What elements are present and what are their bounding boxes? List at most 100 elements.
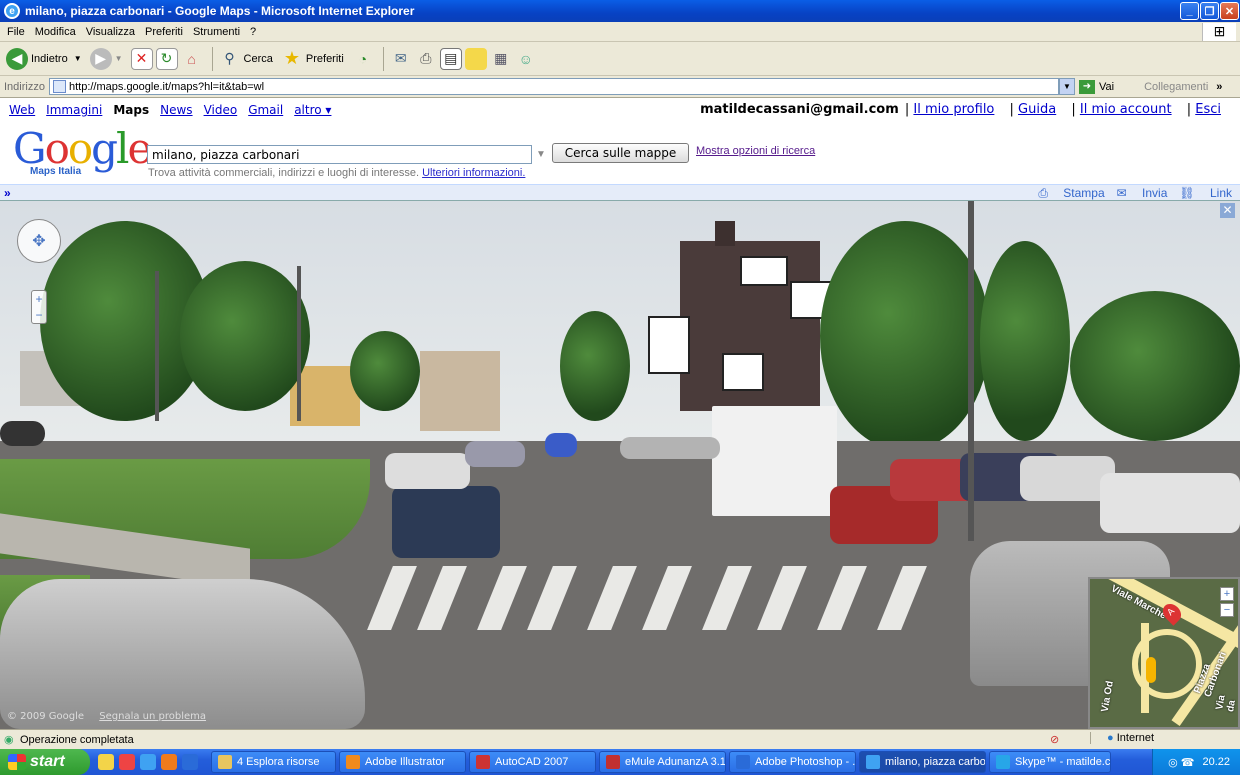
gbar-news[interactable]: News bbox=[160, 103, 192, 117]
more-info-link[interactable]: Ulteriori informazioni. bbox=[422, 167, 525, 179]
quicklaunch-folder-icon[interactable] bbox=[98, 754, 114, 770]
mail-icon[interactable]: ✉ bbox=[390, 48, 412, 70]
menu-tools[interactable]: Strumenti bbox=[193, 26, 240, 38]
back-button[interactable]: ◀ Indietro ▼ bbox=[6, 47, 82, 70]
task-autocad[interactable]: AutoCAD 2007 bbox=[469, 751, 596, 773]
minimap-zoom-in-button[interactable]: + bbox=[1220, 587, 1234, 601]
street-view-panorama[interactable] bbox=[0, 201, 1240, 729]
search-button[interactable]: ⚲ Cerca bbox=[219, 48, 272, 70]
zone-label: Internet bbox=[1116, 732, 1155, 744]
quicklaunch-firefox-icon[interactable] bbox=[161, 754, 177, 770]
report-problem-link[interactable]: Segnala un problema bbox=[99, 711, 206, 722]
mini-map[interactable]: Viale Marche Piazza Carbonari Via Od Via… bbox=[1088, 577, 1240, 729]
zoom-in-button[interactable]: + bbox=[32, 291, 46, 307]
window-titlebar: e milano, piazza carbonari - Google Maps… bbox=[0, 0, 1240, 22]
close-button[interactable]: ✕ bbox=[1220, 2, 1239, 20]
status-text: Operazione completata bbox=[20, 733, 134, 746]
discuss-icon[interactable] bbox=[464, 47, 487, 70]
print-link[interactable]: ⎙ Stampa bbox=[1038, 186, 1104, 201]
system-tray: ◎ ☎ 20.22 bbox=[1152, 749, 1240, 775]
task-explorer[interactable]: 4 Esplora risorse bbox=[211, 751, 336, 773]
gbar-images[interactable]: Immagini bbox=[46, 103, 102, 117]
send-link[interactable]: ✉ Invia bbox=[1117, 186, 1168, 201]
task-photoshop-icon bbox=[736, 755, 750, 769]
google-bar: Web Immagini Maps News Video Gmail altro… bbox=[0, 98, 1240, 122]
task-illustrator-label: Adobe Illustrator bbox=[365, 756, 446, 768]
task-skype[interactable]: Skype™ - matilde.ca... bbox=[989, 751, 1111, 773]
profile-link[interactable]: Il mio profilo bbox=[913, 102, 994, 117]
edit-icon[interactable]: ▤ bbox=[439, 47, 462, 70]
gbar-more[interactable]: altro ▾ bbox=[294, 103, 331, 117]
search-maps-button[interactable]: Cerca sulle mappe bbox=[552, 143, 689, 163]
map-label-via-od: Via Od bbox=[1099, 680, 1116, 713]
gbar-maps: Maps bbox=[113, 103, 150, 117]
print-icon[interactable]: ⎙ bbox=[415, 48, 437, 70]
home-icon[interactable]: ⌂ bbox=[181, 48, 203, 70]
refresh-icon[interactable]: ↻ bbox=[155, 47, 178, 70]
logout-link[interactable]: Esci bbox=[1195, 102, 1221, 117]
back-dropdown-icon[interactable]: ▼ bbox=[74, 54, 82, 63]
help-link[interactable]: Guida bbox=[1018, 102, 1056, 117]
menu-edit[interactable]: Modifica bbox=[35, 26, 76, 38]
forward-button[interactable]: ▶ ▼ bbox=[89, 47, 123, 70]
menu-view[interactable]: Visualizza bbox=[86, 26, 135, 38]
task-photoshop[interactable]: Adobe Photoshop - ... bbox=[729, 751, 856, 773]
task-illustrator[interactable]: Adobe Illustrator bbox=[339, 751, 466, 773]
start-label: start bbox=[30, 753, 65, 770]
search-dropdown-icon[interactable]: ▼ bbox=[536, 149, 546, 160]
google-maps-logo[interactable]: Google Maps Italia bbox=[13, 128, 152, 178]
gbar-video[interactable]: Video bbox=[204, 103, 238, 117]
address-bar: Indirizzo http://maps.google.it/maps?hl=… bbox=[0, 76, 1240, 98]
task-autocad-label: AutoCAD 2007 bbox=[495, 756, 569, 768]
tray-icons[interactable]: ◎ ☎ bbox=[1168, 756, 1194, 769]
windows-logo-icon: ⊞ bbox=[1202, 23, 1236, 41]
account-link[interactable]: Il mio account bbox=[1080, 102, 1172, 117]
favorites-label: Preferiti bbox=[305, 52, 344, 65]
address-input[interactable]: http://maps.google.it/maps?hl=it&tab=wl bbox=[48, 78, 1059, 95]
quicklaunch-app-icon[interactable] bbox=[182, 754, 198, 770]
go-label: Vai bbox=[1098, 80, 1115, 93]
menu-file[interactable]: File bbox=[7, 26, 25, 38]
quicklaunch-chrome-icon[interactable] bbox=[119, 754, 135, 770]
back-arrow-icon: ◀ bbox=[6, 47, 28, 70]
quick-launch bbox=[98, 754, 203, 770]
quicklaunch-ie-icon[interactable] bbox=[140, 754, 156, 770]
pan-control[interactable]: ✥ bbox=[17, 219, 61, 263]
link-link[interactable]: ⛓ Link bbox=[1179, 186, 1232, 201]
links-chevron-icon[interactable]: » bbox=[1216, 81, 1222, 93]
task-photoshop-label: Adobe Photoshop - ... bbox=[755, 756, 856, 768]
search-input[interactable]: milano, piazza carbonari bbox=[147, 145, 532, 164]
popup-blocked-icon[interactable]: ⊘ bbox=[1050, 733, 1059, 746]
zoom-out-button[interactable]: − bbox=[32, 307, 46, 323]
copyright: © 2009 Google bbox=[7, 711, 85, 722]
advanced-search-link[interactable]: Mostra opzioni di ricerca bbox=[696, 145, 815, 157]
task-ie[interactable]: milano, piazza carbo... bbox=[859, 751, 986, 773]
links-label[interactable]: Collegamenti bbox=[1144, 81, 1208, 93]
messenger-icon[interactable]: ☺ bbox=[515, 48, 537, 70]
maximize-button[interactable]: ❐ bbox=[1200, 2, 1219, 20]
menu-help[interactable]: ? bbox=[250, 26, 256, 38]
task-explorer-label: 4 Esplora risorse bbox=[237, 756, 320, 768]
address-dropdown-icon[interactable]: ▼ bbox=[1058, 78, 1075, 95]
task-emule[interactable]: eMule AdunanzA 3.16 bbox=[599, 751, 726, 773]
menu-favorites[interactable]: Preferiti bbox=[145, 26, 183, 38]
pegman-icon[interactable] bbox=[1146, 657, 1156, 683]
windows-flag-icon bbox=[8, 754, 26, 770]
go-button[interactable]: ➜ Vai bbox=[1078, 79, 1115, 94]
search-icon: ⚲ bbox=[224, 50, 235, 66]
expand-panel-icon[interactable]: » bbox=[4, 186, 11, 200]
map-label-via-da: Via da bbox=[1214, 694, 1238, 713]
minimize-button[interactable]: _ bbox=[1180, 2, 1199, 20]
close-streetview-button[interactable]: ✕ bbox=[1220, 203, 1235, 218]
forward-dropdown-icon[interactable]: ▼ bbox=[115, 54, 123, 63]
favorites-button[interactable]: ★ Preferiti bbox=[281, 48, 344, 70]
history-icon[interactable]: ◔ bbox=[352, 48, 374, 70]
gbar-web[interactable]: Web bbox=[9, 103, 35, 117]
start-button[interactable]: start bbox=[0, 749, 90, 775]
stop-icon[interactable]: ✕ bbox=[130, 47, 153, 70]
window-title: milano, piazza carbonari - Google Maps -… bbox=[25, 4, 415, 18]
minimap-zoom-out-button[interactable]: − bbox=[1220, 603, 1234, 617]
gbar-gmail[interactable]: Gmail bbox=[248, 103, 283, 117]
menu-bar: File Modifica Visualizza Preferiti Strum… bbox=[0, 22, 1240, 42]
research-icon[interactable]: ▦ bbox=[490, 48, 512, 70]
